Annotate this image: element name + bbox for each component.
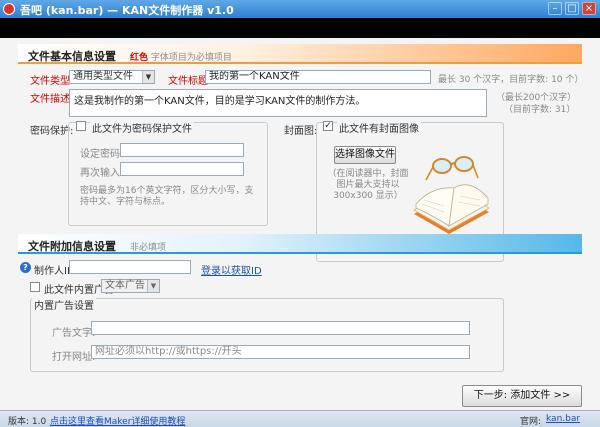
file-desc-textarea[interactable]: 这是我制作的第一个KAN文件，目的是学习KAN文件的制作方法。 bbox=[69, 89, 487, 117]
next-add-files-button[interactable]: 下一步: 添加文件 >> bbox=[462, 385, 582, 407]
ad-settings-group bbox=[30, 298, 504, 372]
close-button[interactable]: × bbox=[582, 2, 596, 15]
status-bar: 版本: 1.0 点击这里查看Maker详细使用教程 官网: kan.bar bbox=[0, 410, 600, 427]
version-label: 版本: 1.0 bbox=[8, 417, 47, 427]
password-checkbox[interactable] bbox=[76, 121, 86, 131]
choose-image-button[interactable]: 选择图像文件 bbox=[334, 146, 396, 164]
required-note-red: 红色 bbox=[130, 53, 149, 63]
set-password-input[interactable] bbox=[120, 143, 244, 157]
cover-checkbox-label[interactable]: 此文件有封面图像 bbox=[337, 120, 421, 135]
main-content: 文件基本信息设置 红色 字体项目为必填项目 文件类型: 通用类型文件 ▼ 文件标… bbox=[0, 38, 600, 410]
required-note: 红色 字体项目为必填项目 bbox=[130, 50, 232, 63]
maximize-button[interactable]: □ bbox=[565, 2, 579, 15]
window-controls: – □ × bbox=[548, 2, 596, 15]
file-title-input[interactable]: 我的第一个KAN文件 bbox=[205, 70, 431, 84]
ad-text-input[interactable] bbox=[91, 321, 470, 335]
extra-info-title: 文件附加信息设置 bbox=[28, 240, 116, 253]
banner-strip bbox=[0, 18, 600, 38]
ad-settings-title: 内置广告设置 bbox=[32, 297, 96, 312]
set-password-label: 设定密码: bbox=[80, 149, 124, 160]
file-desc-hint-count: （目前字数: 31） bbox=[504, 105, 576, 115]
extra-info-header: 文件附加信息设置 非必填项 bbox=[18, 234, 582, 254]
file-desc-label: 文件描述: bbox=[30, 94, 74, 105]
ad-text-label: 广告文字: bbox=[52, 328, 96, 339]
cover-label: 封面图: bbox=[284, 126, 318, 137]
app-logo-icon bbox=[3, 3, 15, 15]
cover-hint: （在阅读器中，封面图片最大支持以 300x300 显示） bbox=[327, 169, 409, 201]
password-checkbox-label[interactable]: 此文件为密码保护文件 bbox=[90, 120, 194, 135]
file-type-value: 通用类型文件 bbox=[73, 71, 133, 82]
ad-url-label: 打开网址: bbox=[52, 352, 96, 363]
login-link[interactable]: 登录以获取ID bbox=[201, 262, 262, 277]
basic-info-header: 文件基本信息设置 红色 字体项目为必填项目 bbox=[18, 44, 582, 64]
title-bar: 吾吧 (kan.bar) — KAN文件制作器 v1.0 – □ × bbox=[0, 0, 600, 18]
minimize-button[interactable]: – bbox=[548, 2, 562, 15]
password-label: 密码保护: bbox=[30, 126, 74, 137]
tutorial-link[interactable]: 点击这里查看Maker详细使用教程 bbox=[50, 414, 185, 427]
help-icon[interactable]: ? bbox=[20, 262, 31, 273]
optional-note: 非必填项 bbox=[130, 243, 167, 253]
cover-checkbox[interactable]: ✓ bbox=[323, 121, 333, 131]
file-title-hint: 最长 30 个汉字，目前字数: 10 个） bbox=[438, 75, 584, 85]
book-glasses-icon bbox=[413, 156, 490, 234]
site-link[interactable]: kan.bar bbox=[546, 414, 580, 424]
required-note-text: 字体项目为必填项目 bbox=[150, 53, 232, 63]
chevron-down-icon: ▼ bbox=[142, 71, 154, 83]
basic-info-title: 文件基本信息设置 bbox=[28, 50, 116, 63]
password-hint: 密码最多为16个英文字符，区分大小写，支持中文、字符与标点。 bbox=[80, 186, 254, 207]
file-type-select[interactable]: 通用类型文件 ▼ bbox=[69, 70, 155, 84]
chevron-down-icon: ▼ bbox=[147, 280, 159, 292]
confirm-password-input[interactable] bbox=[120, 162, 244, 176]
window-title: 吾吧 (kan.bar) — KAN文件制作器 v1.0 bbox=[20, 4, 234, 17]
author-id-input[interactable] bbox=[69, 260, 191, 274]
confirm-password-label: 再次输入: bbox=[80, 168, 124, 179]
ad-url-input[interactable]: 网址必须以http://或https://开头 bbox=[91, 345, 470, 359]
ad-type-value: 文本广告 bbox=[105, 280, 145, 291]
site-label: 官网: bbox=[520, 417, 542, 427]
ad-checkbox[interactable] bbox=[30, 282, 40, 292]
file-type-label: 文件类型: bbox=[30, 76, 74, 87]
ad-type-select[interactable]: 文本广告 ▼ bbox=[101, 279, 160, 293]
